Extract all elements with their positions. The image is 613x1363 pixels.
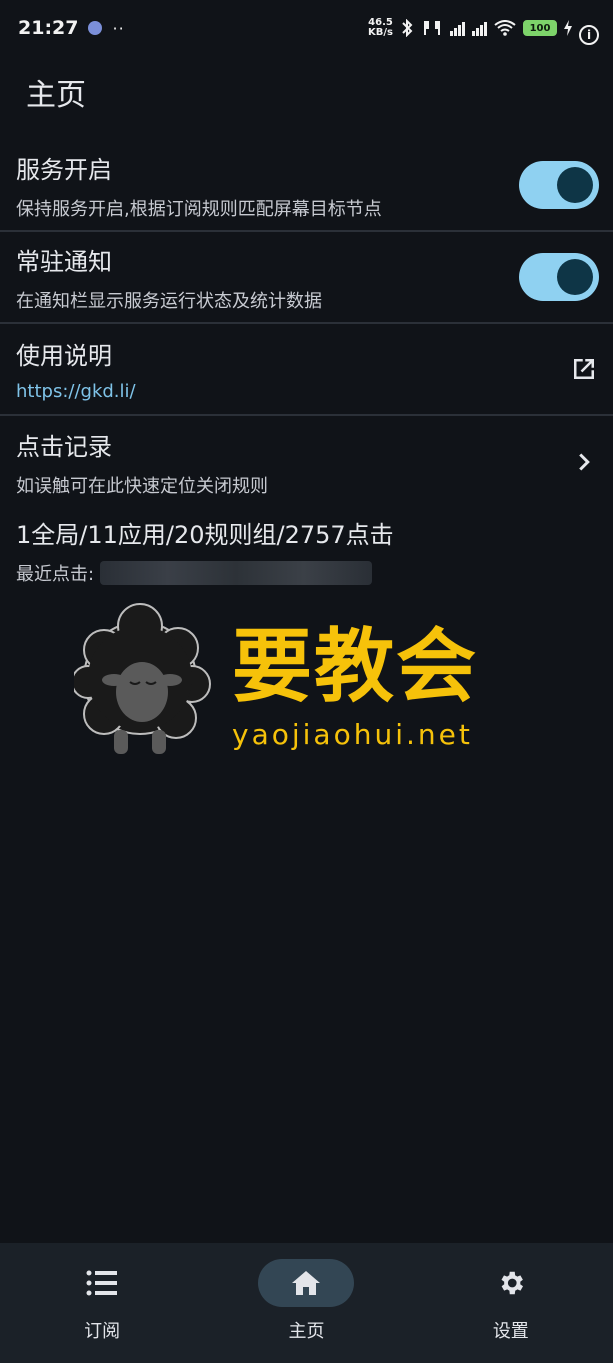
- recent-click: 最近点击:: [16, 560, 606, 586]
- chevron-wrap: [569, 447, 599, 477]
- nav-subscriptions-icon-wrap: [54, 1259, 150, 1307]
- nav-home-icon-wrap: [258, 1259, 355, 1307]
- stats-section: 1全局/11应用/20规则组/2757点击 最近点击:: [16, 515, 606, 586]
- bluetooth-icon: [402, 19, 413, 37]
- sheep-logo-icon: [74, 603, 211, 754]
- status-time: 21:27: [18, 17, 79, 39]
- screen: 21:27 ·· 46.5 KB/s 100 i 主页 服务开启 保持服务开启,…: [0, 0, 613, 1363]
- click-history-title: 点击记录: [16, 432, 112, 461]
- open-external-wrap: [569, 354, 599, 384]
- wifi-icon: [494, 20, 516, 36]
- battery-icon: 100: [523, 20, 557, 36]
- persistent-notification-row[interactable]: 常驻通知 在通知栏显示服务运行状态及统计数据: [0, 232, 613, 324]
- open-external-icon[interactable]: [569, 354, 599, 384]
- status-right: 46.5 KB/s 100 i: [368, 11, 599, 45]
- usage-guide-link[interactable]: https://gkd.li/: [16, 381, 613, 402]
- earbuds-icon: [424, 21, 440, 35]
- usage-guide-title: 使用说明: [16, 342, 112, 370]
- service-toggle-knob: [557, 167, 593, 203]
- net-speed-unit: KB/s: [368, 27, 393, 38]
- status-left: 21:27 ··: [18, 17, 125, 39]
- charging-icon: [564, 20, 572, 36]
- nav-label-settings: 设置: [492, 1321, 529, 1342]
- settings-list: 服务开启 保持服务开启,根据订阅规则匹配屏幕目标节点 常驻通知 在通知栏显示服务…: [0, 140, 613, 508]
- list-icon: [86, 1270, 118, 1296]
- nav-label-home: 主页: [288, 1321, 325, 1342]
- watermark: 要教会 yaojiaohui.net: [74, 600, 534, 760]
- stats-summary: 1全局/11应用/20规则组/2757点击: [16, 521, 394, 549]
- service-toggle[interactable]: [519, 161, 599, 209]
- service-toggle-wrap: [519, 161, 599, 209]
- click-history-subtitle: 如误触可在此快速定位关闭规则: [16, 475, 268, 497]
- notification-app-icon: [88, 21, 103, 35]
- watermark-url: yaojiaohui.net: [232, 718, 473, 751]
- signal-icon-2: [472, 20, 487, 36]
- info-icon[interactable]: i: [579, 25, 599, 45]
- status-more: ··: [112, 18, 125, 38]
- chevron-right-icon[interactable]: [569, 447, 599, 477]
- gear-icon: [501, 1271, 523, 1295]
- nav-settings-icon-wrap: [463, 1259, 559, 1307]
- nav-item-home[interactable]: 主页: [204, 1243, 408, 1363]
- recent-click-label: 最近点击:: [16, 564, 95, 585]
- watermark-title: 要教会: [232, 619, 478, 713]
- notification-toggle[interactable]: [519, 253, 599, 301]
- service-enable-row[interactable]: 服务开启 保持服务开启,根据订阅规则匹配屏幕目标节点: [0, 140, 613, 232]
- recent-click-redacted: [100, 561, 373, 585]
- usage-guide-row[interactable]: 使用说明 https://gkd.li/: [0, 324, 613, 416]
- nav-item-settings[interactable]: 设置: [409, 1243, 613, 1363]
- notification-toggle-knob: [557, 259, 593, 295]
- status-bar: 21:27 ·· 46.5 KB/s 100 i: [0, 0, 613, 56]
- notification-toggle-wrap: [519, 253, 599, 301]
- nav-label-subscriptions: 订阅: [84, 1321, 121, 1342]
- top-bar: 主页: [0, 60, 613, 124]
- signal-icon-1: [450, 20, 465, 36]
- net-speed: 46.5 KB/s: [368, 18, 393, 38]
- home-icon: [292, 1271, 321, 1295]
- nav-item-subscriptions[interactable]: 订阅: [0, 1243, 204, 1363]
- page-title: 主页: [26, 78, 86, 113]
- bottom-nav: 订阅 主页 设置: [0, 1243, 613, 1363]
- click-history-row[interactable]: 点击记录 如误触可在此快速定位关闭规则: [0, 416, 613, 508]
